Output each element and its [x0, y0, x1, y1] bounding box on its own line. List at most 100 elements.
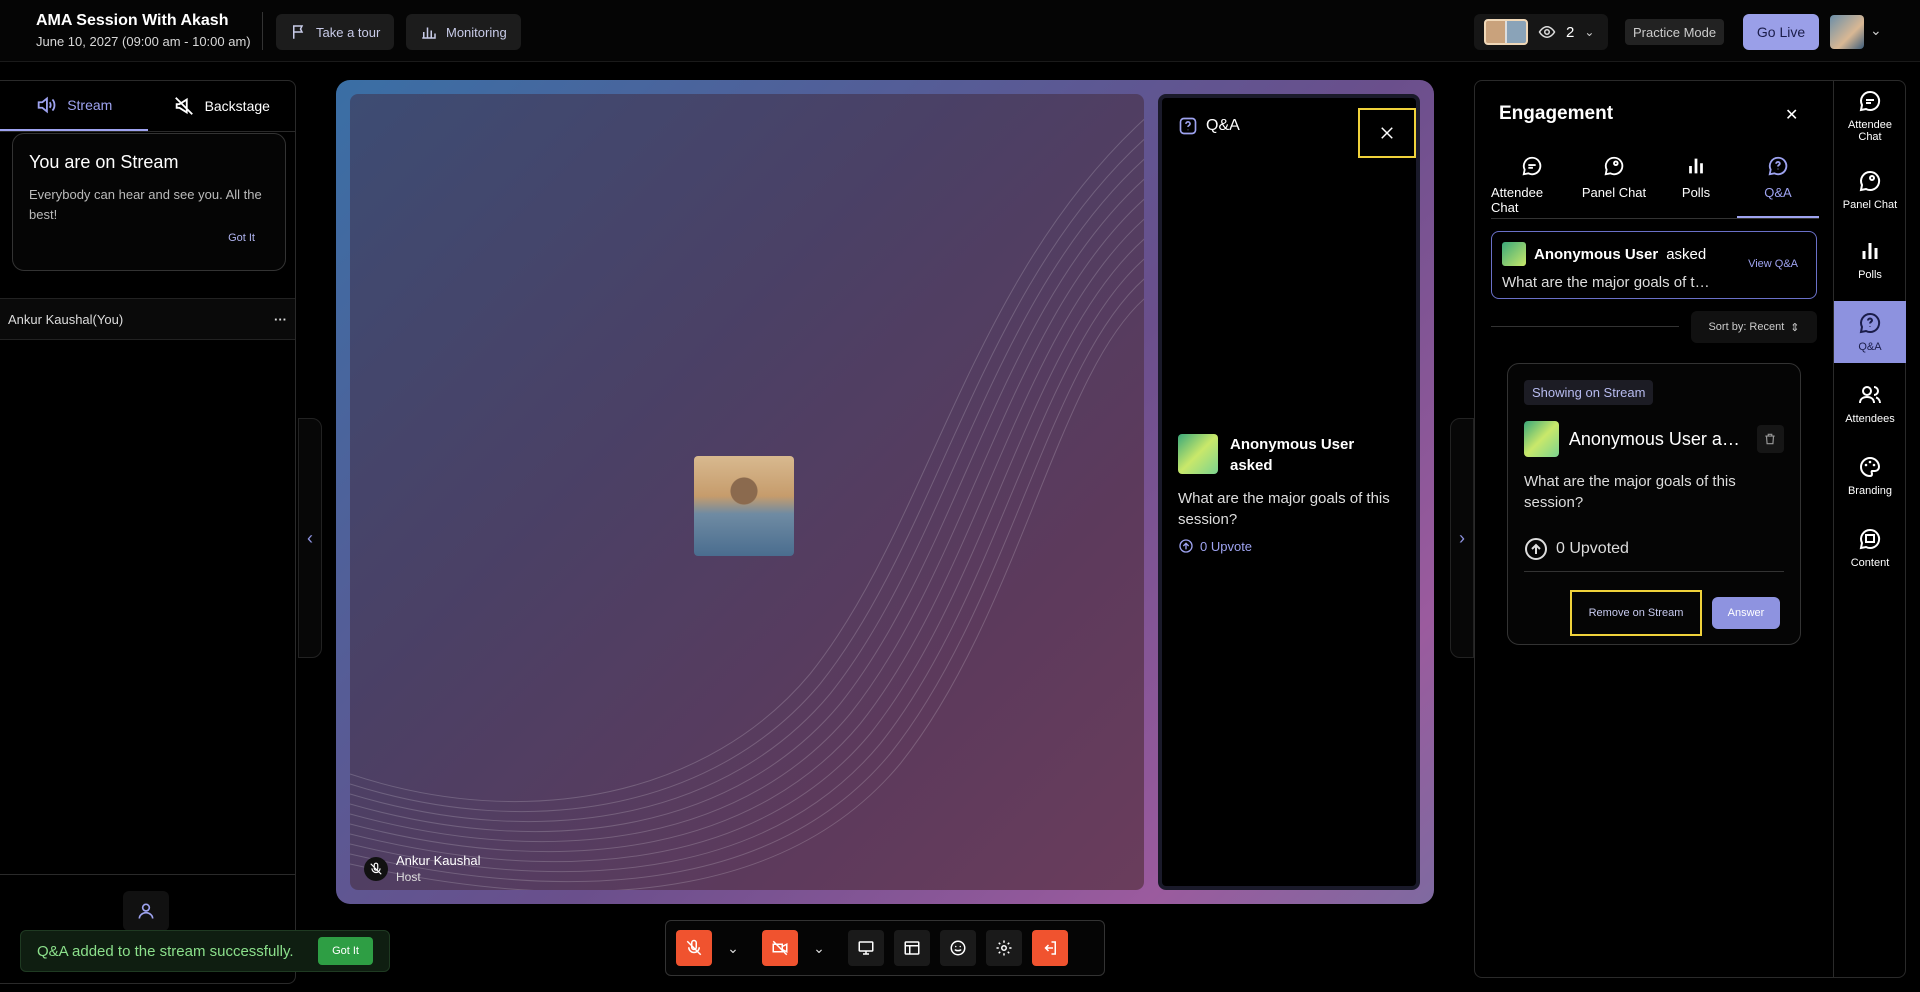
divider: [1491, 326, 1679, 327]
top-bar: AMA Session With Akash June 10, 2027 (09…: [0, 0, 1920, 62]
close-button[interactable]: [1358, 108, 1416, 158]
left-panel: Stream Backstage You are on Stream Every…: [0, 80, 296, 984]
bar-chart-icon: [422, 27, 436, 39]
host-role: Host: [396, 870, 421, 884]
rail-attendees[interactable]: Attendees: [1834, 383, 1906, 425]
screen-share-button[interactable]: [848, 930, 884, 966]
on-stream-body: Everybody can hear and see you. All the …: [29, 187, 262, 222]
close-icon: [1381, 127, 1393, 139]
monitoring-label: Monitoring: [446, 24, 507, 40]
sort-dropdown[interactable]: Sort by: Recent ⇕: [1691, 311, 1817, 343]
host-name: Ankur Kaushal: [396, 853, 481, 868]
mic-off-icon: [364, 856, 388, 881]
mic-options-chevron-down-icon[interactable]: ⌄: [722, 930, 744, 966]
upvote-count[interactable]: 0 Upvoted: [1524, 537, 1784, 572]
settings-button[interactable]: [986, 930, 1022, 966]
monitoring-button[interactable]: Monitoring: [406, 14, 521, 50]
tab-backstage[interactable]: Backstage: [148, 81, 296, 131]
speaker-icon: [37, 96, 56, 114]
chevron-right-icon: ›: [1459, 527, 1465, 548]
rail-panel-chat[interactable]: Panel Chat: [1834, 169, 1906, 211]
upvote-button[interactable]: 0 Upvote: [1178, 538, 1252, 554]
collapse-left-button[interactable]: ‹: [298, 418, 322, 658]
latest-question-card[interactable]: Anonymous User asked What are the major …: [1491, 231, 1817, 299]
user-avatar[interactable]: [1830, 15, 1864, 49]
rail-content[interactable]: Content: [1834, 527, 1906, 569]
stage-qa-panel: Q&A Anonymous User asked What are the ma…: [1158, 94, 1420, 890]
answer-button[interactable]: Answer: [1712, 597, 1780, 629]
panel-chat-icon: [1604, 156, 1624, 176]
tab-panel-chat[interactable]: Panel Chat: [1573, 151, 1655, 218]
rail-label: Q&A: [1858, 341, 1882, 353]
tab-attendee-chat[interactable]: Attendee Chat: [1491, 151, 1573, 218]
bar-chart-icon: [1689, 158, 1703, 174]
engagement-tabs: Attendee Chat Panel Chat Polls Q&A: [1491, 151, 1819, 219]
rail-label: Attendees: [1845, 413, 1895, 425]
camera-toggle-button[interactable]: [762, 930, 798, 966]
rail-label: Panel Chat: [1842, 199, 1898, 211]
chat-bubble-icon: [1859, 90, 1881, 112]
tab-stream[interactable]: Stream: [0, 81, 148, 131]
right-rail: Attendee Chat Panel Chat Polls Q&A Atten…: [1834, 80, 1906, 978]
view-qa-link[interactable]: View Q&A: [1748, 258, 1798, 270]
divider: [0, 874, 295, 875]
rail-qa[interactable]: Q&A: [1834, 301, 1906, 363]
layout-icon: [904, 941, 920, 955]
tab-stream-label: Stream: [67, 97, 113, 113]
close-icon[interactable]: ✕: [1785, 105, 1798, 125]
session-time: June 10, 2027 (09:00 am - 10:00 am): [36, 34, 251, 49]
participant-row[interactable]: Ankur Kaushal(You) ···: [0, 298, 295, 340]
delete-button[interactable]: [1756, 425, 1784, 453]
chevron-left-icon: ‹: [307, 527, 313, 548]
exit-icon: [1044, 941, 1056, 955]
host-video-thumbnail: [694, 456, 794, 556]
participant-name: Ankur Kaushal(You): [8, 311, 124, 327]
session-title: AMA Session With Akash: [36, 12, 229, 29]
rail-polls[interactable]: Polls: [1834, 239, 1906, 281]
more-options-icon[interactable]: ···: [274, 312, 287, 327]
viewer-count: 2: [1566, 23, 1575, 41]
asked-label: asked: [1666, 245, 1707, 263]
remove-on-stream-button[interactable]: Remove on Stream: [1570, 590, 1702, 636]
collapse-right-button[interactable]: ›: [1450, 418, 1474, 658]
tab-polls[interactable]: Polls: [1655, 151, 1737, 218]
viewer-thumbnails: [1484, 19, 1528, 45]
practice-mode-badge[interactable]: Practice Mode: [1625, 19, 1725, 45]
mic-off-icon: [686, 939, 702, 956]
reactions-button[interactable]: [940, 930, 976, 966]
sort-label: Sort by: Recent: [1708, 321, 1785, 333]
chevron-down-icon[interactable]: ⌄: [1870, 22, 1882, 39]
upvote-label: 0 Upvote: [1200, 538, 1253, 554]
tab-label: Polls: [1681, 185, 1711, 200]
palette-icon: [1860, 456, 1881, 478]
mic-toggle-button[interactable]: [676, 930, 712, 966]
session-info: AMA Session With Akash June 10, 2027 (09…: [36, 12, 251, 49]
media-controls: ⌄ ⌄: [665, 920, 1105, 976]
megaphone-off-icon: [174, 97, 193, 115]
tab-backstage-label: Backstage: [204, 98, 270, 114]
take-tour-button[interactable]: Take a tour: [276, 14, 395, 50]
rail-branding[interactable]: Branding: [1834, 455, 1906, 497]
qa-question: What are the major goals of this session…: [1178, 490, 1390, 528]
tab-qa[interactable]: Q&A: [1737, 151, 1819, 218]
rail-label: Branding: [1847, 485, 1893, 497]
content-icon: [1859, 528, 1881, 550]
tab-label: Q&A: [1764, 185, 1792, 200]
invite-user-button[interactable]: [123, 891, 169, 931]
gear-icon: [996, 940, 1012, 956]
toast-got-it-button[interactable]: Got It: [318, 937, 373, 965]
take-tour-label: Take a tour: [316, 24, 381, 40]
asker-name: Anonymous User: [1534, 245, 1659, 263]
success-toast: Q&A added to the stream successfully. Go…: [20, 930, 390, 972]
go-live-button[interactable]: Go Live: [1743, 14, 1819, 50]
eye-icon: [1538, 25, 1556, 39]
layout-button[interactable]: [894, 930, 930, 966]
got-it-link[interactable]: Got It: [228, 232, 255, 244]
bar-chart-icon: [1862, 243, 1878, 259]
viewers-dropdown[interactable]: 2 ⌄: [1474, 14, 1608, 50]
rail-attendee-chat[interactable]: Attendee Chat: [1834, 89, 1906, 143]
camera-options-chevron-down-icon[interactable]: ⌄: [808, 930, 830, 966]
engagement-title: Engagement: [1499, 103, 1614, 124]
question-card: Showing on Stream Anonymous User asked W…: [1507, 363, 1801, 645]
leave-button[interactable]: [1032, 930, 1068, 966]
